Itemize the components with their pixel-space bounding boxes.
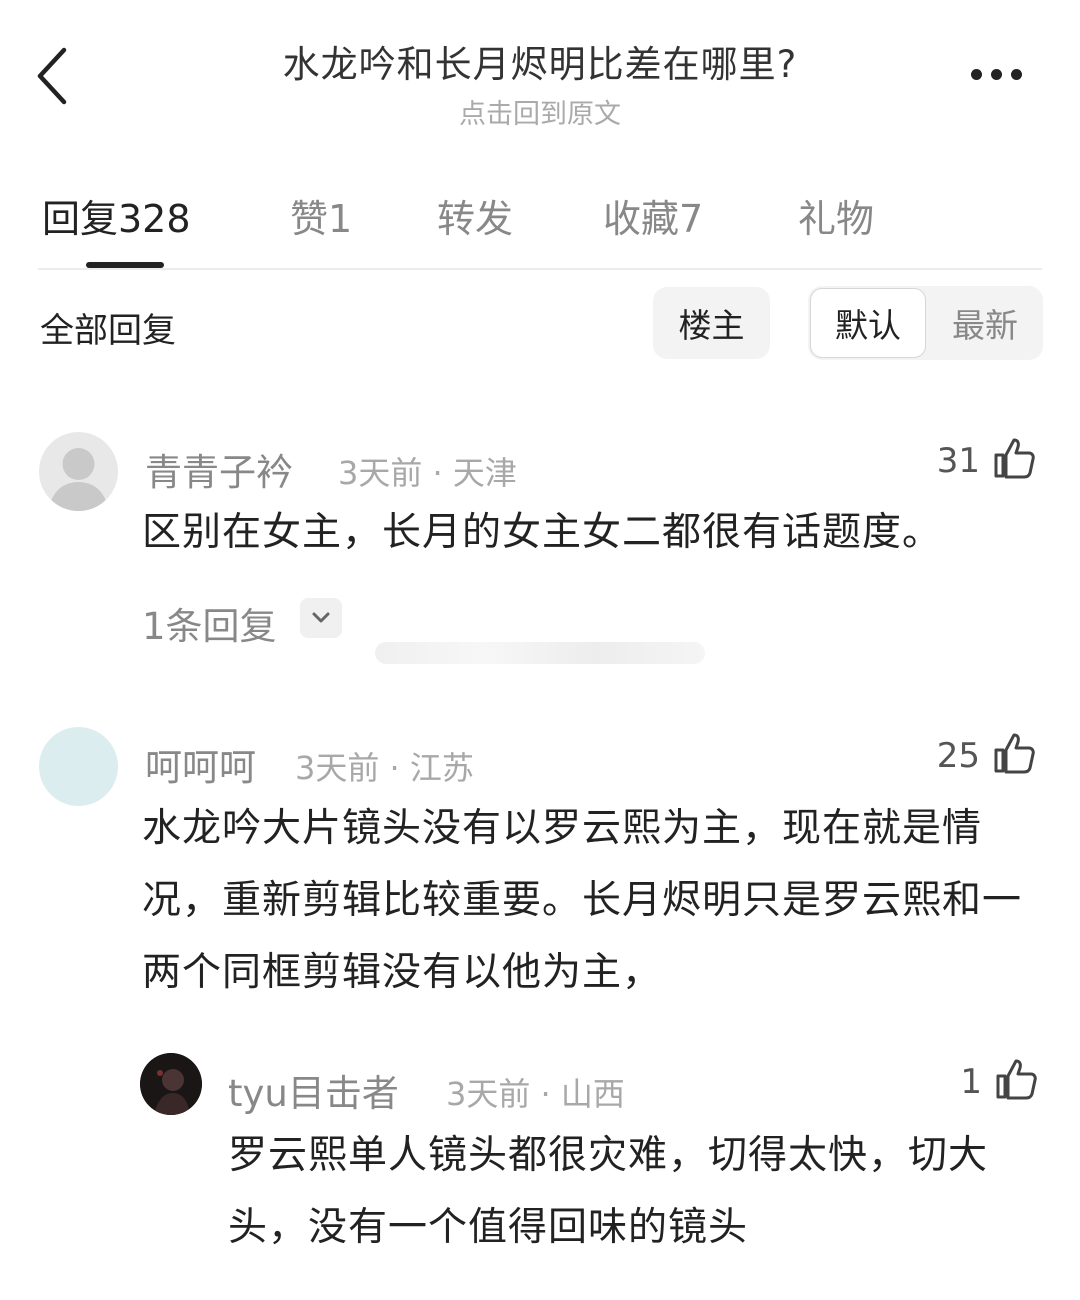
reply-meta: 3天前 · 山西 <box>446 1069 625 1115</box>
meta-separator: · <box>389 749 400 787</box>
thumbs-up-icon <box>994 733 1035 774</box>
back-to-original-link[interactable]: 点击回到原文 <box>0 92 1080 131</box>
tab-likes[interactable]: 赞1 <box>290 188 352 243</box>
comment-location: 江苏 <box>409 749 474 787</box>
user-photo-icon <box>140 1053 202 1115</box>
like-count: 1 <box>960 1062 982 1102</box>
tab-gifts[interactable]: 礼物 <box>798 188 874 243</box>
comment-text: 区别在女主，长月的女主女二都很有话题度。 <box>142 510 943 555</box>
like-count: 25 <box>936 736 980 776</box>
thumbs-up-icon <box>996 1059 1037 1100</box>
divider <box>38 268 1042 270</box>
op-only-filter-button[interactable]: 楼主 <box>653 287 770 359</box>
comment-time: 3天前 <box>295 749 380 787</box>
comment-time: 3天前 <box>338 454 423 492</box>
like-button[interactable] <box>992 436 1036 480</box>
reply-location: 山西 <box>560 1075 625 1113</box>
view-replies-button[interactable]: 1条回复 <box>142 596 277 650</box>
sort-default-button[interactable]: 默认 <box>810 288 926 358</box>
tab-favorites[interactable]: 收藏7 <box>603 188 703 243</box>
meta-separator: · <box>540 1075 551 1113</box>
avatar[interactable] <box>140 1053 202 1115</box>
thumbs-up-icon <box>994 438 1035 479</box>
comment-text: 水龙吟大片镜头没有以罗云熙为主，现在就是情况，重新剪辑比较重要。长月烬明只是罗云… <box>142 806 1023 995</box>
sort-newest-button[interactable]: 最新 <box>930 288 1040 358</box>
default-user-icon <box>49 448 108 511</box>
meta-separator: · <box>432 454 443 492</box>
comment-meta: 3天前 · 江苏 <box>295 743 474 789</box>
comment-meta: 3天前 · 天津 <box>338 448 517 494</box>
tab-reposts[interactable]: 转发 <box>437 188 513 243</box>
reply-username[interactable]: tyu目击者 <box>228 1063 399 1117</box>
avatar[interactable] <box>39 432 118 511</box>
comment-username[interactable]: 呵呵呵 <box>145 737 256 791</box>
all-replies-label: 全部回复 <box>40 311 176 351</box>
like-button[interactable] <box>994 1057 1038 1101</box>
reply-text: 罗云熙单人镜头都很灾难，切得太快，切大头，没有一个值得回味的镜头 <box>228 1133 989 1250</box>
blurred-content <box>375 642 705 664</box>
reply-time: 3天前 <box>446 1075 531 1113</box>
expand-replies-button[interactable] <box>300 598 342 638</box>
page-title: 水龙吟和长月烬明比差在哪里? <box>282 43 798 86</box>
comment-location: 天津 <box>452 454 517 492</box>
more-button[interactable] <box>965 60 1029 90</box>
tab-replies[interactable]: 回复328 <box>42 188 191 243</box>
avatar[interactable] <box>39 727 118 806</box>
chevron-down-icon <box>312 612 330 623</box>
comment-username[interactable]: 青青子衿 <box>145 442 293 496</box>
like-count: 31 <box>936 441 980 481</box>
like-button[interactable] <box>992 731 1036 775</box>
